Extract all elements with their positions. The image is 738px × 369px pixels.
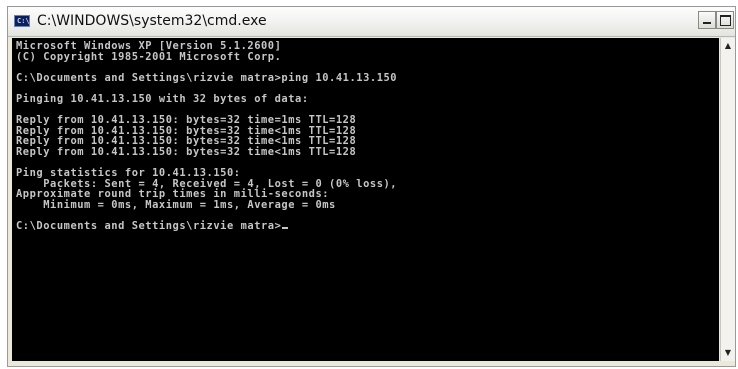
maximize-button[interactable] [716,11,734,29]
title-bar[interactable]: C:\ C:\WINDOWS\system32\cmd.exe [8,7,735,37]
scroll-thumb[interactable] [722,54,734,344]
scroll-down-arrow-icon[interactable]: ▼ [722,347,734,359]
text-cursor [282,227,289,230]
scroll-up-arrow-icon[interactable]: ▲ [722,40,734,52]
vertical-scrollbar[interactable]: ▲ ▼ [720,38,735,361]
console-output[interactable]: Microsoft Windows XP [Version 5.1.2600] … [12,38,719,361]
minimize-icon [703,22,711,24]
console-text: Microsoft Windows XP [Version 5.1.2600] … [16,40,398,233]
maximize-icon [719,15,731,26]
cmd-icon[interactable]: C:\ [14,15,30,27]
minimize-button[interactable] [698,11,716,29]
cmd-window: C:\ C:\WINDOWS\system32\cmd.exe Microsof… [7,6,736,367]
window-title: C:\WINDOWS\system32\cmd.exe [37,13,267,29]
